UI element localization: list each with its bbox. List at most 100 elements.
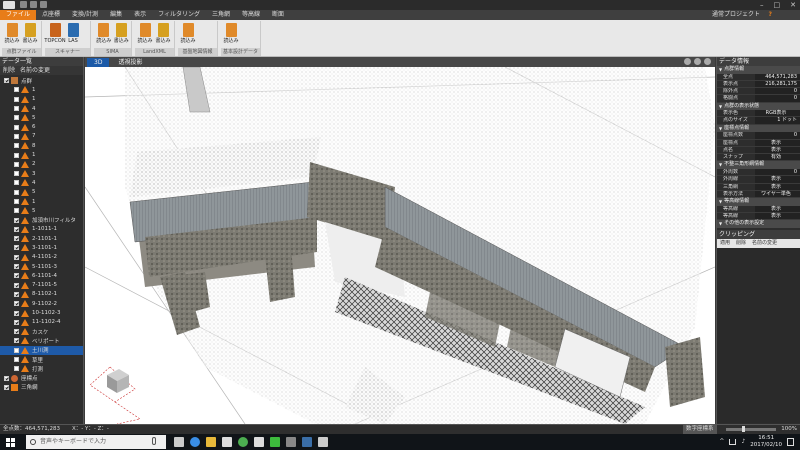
tree-item[interactable]: 6 xyxy=(0,122,83,131)
app2-icon[interactable] xyxy=(318,437,328,447)
tree-item[interactable]: 草里 xyxy=(0,355,83,364)
visibility-checkbox[interactable] xyxy=(14,208,19,214)
visibility-checkbox[interactable] xyxy=(14,347,19,353)
visibility-checkbox[interactable] xyxy=(14,236,19,242)
zoom-slider[interactable] xyxy=(726,428,776,431)
tree-item[interactable]: 9-1102-2 xyxy=(0,299,83,308)
delete-button[interactable]: 削除 xyxy=(3,66,15,75)
tree-item[interactable]: 6-1101-4 xyxy=(0,271,83,280)
visibility-checkbox[interactable] xyxy=(14,245,19,251)
tree-item[interactable]: 1 xyxy=(0,85,83,94)
menu-item-4[interactable]: 表示 xyxy=(128,10,152,20)
visibility-checkbox[interactable] xyxy=(14,366,19,372)
property-value[interactable]: 表示 xyxy=(755,212,800,220)
tree-item[interactable]: 4 xyxy=(0,104,83,113)
tab-3d[interactable]: 3D xyxy=(87,57,110,67)
line-icon[interactable] xyxy=(270,437,280,447)
tree-item[interactable]: 7-1101-5 xyxy=(0,281,83,290)
help-icon[interactable]: ? xyxy=(769,10,772,20)
menu-item-5[interactable]: フィルタリング xyxy=(152,10,206,20)
visibility-checkbox[interactable] xyxy=(4,375,9,381)
quick-redo-icon[interactable] xyxy=(40,1,47,8)
visibility-checkbox[interactable] xyxy=(14,310,19,316)
ribbon-button-2-1[interactable]: 書込み xyxy=(114,22,130,45)
tree-item[interactable]: 1 xyxy=(0,197,83,206)
close-icon[interactable]: ✕ xyxy=(790,0,796,10)
store-icon[interactable] xyxy=(222,437,232,447)
clock[interactable]: 16:51 2017/02/10 xyxy=(750,435,782,448)
property-value[interactable]: 表示 xyxy=(755,176,800,183)
view-settings-icon[interactable] xyxy=(684,58,691,65)
info-section-header[interactable]: ▼ その他の表示設定 xyxy=(717,220,800,228)
info-section-header[interactable]: ▼ 等高線情報 xyxy=(717,198,800,206)
visibility-checkbox[interactable] xyxy=(14,124,19,130)
visibility-checkbox[interactable] xyxy=(14,161,19,167)
visibility-checkbox[interactable] xyxy=(14,254,19,260)
volume-icon[interactable]: ♪ xyxy=(741,438,745,445)
property-value[interactable]: 表示 xyxy=(755,146,800,154)
tree-item[interactable]: 2-1101-1 xyxy=(0,234,83,243)
menu-item-8[interactable]: 断面 xyxy=(266,10,290,20)
visibility-checkbox[interactable] xyxy=(14,143,19,149)
property-value[interactable]: 表示 xyxy=(755,183,800,190)
visibility-checkbox[interactable] xyxy=(14,96,19,102)
visibility-checkbox[interactable] xyxy=(14,338,19,344)
info-section-header[interactable]: ▼ 座標点情報 xyxy=(717,124,800,133)
taskbar-search-input[interactable]: 音声やキーボードで入力 xyxy=(26,435,166,449)
tree-item[interactable]: 2 xyxy=(0,160,83,169)
visibility-checkbox[interactable] xyxy=(14,199,19,204)
visibility-checkbox[interactable] xyxy=(4,78,9,84)
visibility-checkbox[interactable] xyxy=(14,357,19,363)
tree-item[interactable]: 3 xyxy=(0,169,83,178)
visibility-checkbox[interactable] xyxy=(14,133,19,139)
project-label[interactable]: 通常プロジェクト xyxy=(712,10,760,20)
rename-button[interactable]: 名前の変更 xyxy=(20,66,50,75)
3d-viewport[interactable] xyxy=(85,67,715,424)
tree-item[interactable]: 5-1101-3 xyxy=(0,262,83,271)
ribbon-button-2-0[interactable]: 読込み xyxy=(96,22,112,45)
coordinate-system-button[interactable]: 数字座標系 xyxy=(683,425,717,434)
menu-item-3[interactable]: 編集 xyxy=(104,10,128,20)
ribbon-button-0-1[interactable]: 書込み xyxy=(22,22,38,45)
clip-delete-button[interactable]: 削除 xyxy=(736,239,746,248)
info-section-header[interactable]: ▼ 不整三角形網情報 xyxy=(717,161,800,169)
info-section-header[interactable]: ▼ 点群の表示状態 xyxy=(717,102,800,111)
tree-item[interactable]: 5 xyxy=(0,206,83,215)
property-value[interactable]: 有効 xyxy=(755,154,800,161)
ribbon-button-3-1[interactable]: 書込み xyxy=(155,22,171,45)
menu-item-6[interactable]: 三角網 xyxy=(206,10,236,20)
view-reset-icon[interactable] xyxy=(694,58,701,65)
ribbon-button-5-0[interactable]: 読込み xyxy=(223,22,239,45)
zoom-slider-handle[interactable] xyxy=(742,426,745,432)
tree-item[interactable]: 座標点 xyxy=(0,374,83,383)
visibility-checkbox[interactable] xyxy=(14,87,19,93)
property-value[interactable]: 表示 xyxy=(755,139,800,146)
tree-item[interactable]: 点群 xyxy=(0,76,83,85)
property-value[interactable]: ワイヤー単色 xyxy=(755,190,800,198)
minimize-icon[interactable]: – xyxy=(760,0,764,10)
app-menu-button[interactable] xyxy=(3,1,15,9)
visibility-checkbox[interactable] xyxy=(14,273,19,279)
windows-start-icon[interactable] xyxy=(6,438,16,447)
ribbon-button-1-0[interactable]: TOPCON xyxy=(44,22,66,45)
tree-item[interactable]: 11-1102-4 xyxy=(0,318,83,327)
tree-item[interactable]: 加須市川フィルタ xyxy=(0,215,83,224)
clip-apply-button[interactable]: 適用 xyxy=(720,239,730,248)
tree-item[interactable]: 8-1102-1 xyxy=(0,290,83,299)
tree-item[interactable]: ベリポート xyxy=(0,336,83,345)
visibility-checkbox[interactable] xyxy=(14,115,19,121)
ribbon-button-3-0[interactable]: 読込み xyxy=(137,22,153,45)
notification-icon[interactable] xyxy=(787,437,794,446)
menu-item-0[interactable]: ファイル xyxy=(0,10,37,20)
maximize-icon[interactable]: □ xyxy=(774,0,781,10)
microphone-icon[interactable] xyxy=(152,437,156,445)
tree-item[interactable]: 7 xyxy=(0,132,83,141)
visibility-checkbox[interactable] xyxy=(14,282,19,288)
visibility-checkbox[interactable] xyxy=(14,152,19,158)
edge-icon[interactable] xyxy=(190,437,200,447)
tree-item[interactable]: 1-1011-1 xyxy=(0,225,83,234)
tree-item[interactable]: 8 xyxy=(0,141,83,150)
network-icon[interactable] xyxy=(729,438,737,445)
visibility-checkbox[interactable] xyxy=(14,319,19,325)
tree-item[interactable]: 1 xyxy=(0,95,83,104)
